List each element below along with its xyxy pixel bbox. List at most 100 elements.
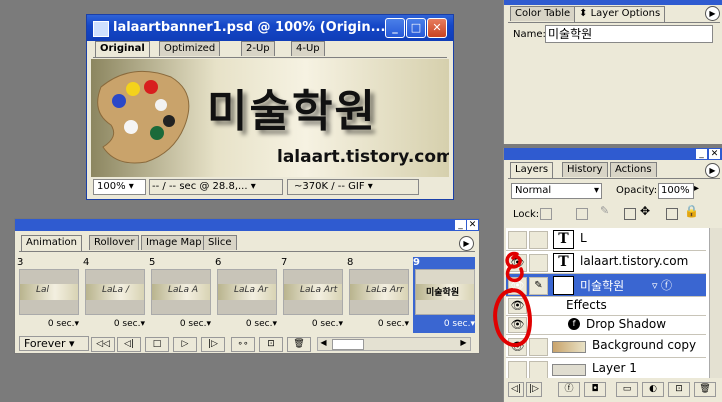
layers-panel-titlebar[interactable]: _ ✕ [504, 148, 722, 160]
scroll-right-icon[interactable]: ▶ [458, 338, 469, 350]
effects-label: Effects [566, 298, 607, 312]
text-layer-icon: T [553, 230, 574, 249]
animation-panel-titlebar[interactable]: _ ✕ [15, 219, 479, 231]
size-value: ~370K / -- GIF [294, 181, 365, 192]
frames-scrollbar[interactable]: ◀ ▶ [317, 337, 471, 351]
animation-frame[interactable]: 3 Lal 0 sec.▾ [17, 257, 79, 333]
visibility-toggle[interactable] [508, 231, 527, 249]
layer-row[interactable]: Layer 1 [506, 358, 706, 378]
tab-color-table[interactable]: Color Table [510, 6, 576, 21]
frame-delay[interactable]: 0 sec.▾ [347, 319, 409, 329]
tab-original[interactable]: Original [95, 41, 150, 57]
panel-minimize-button[interactable]: _ [696, 149, 707, 159]
trash-icon[interactable]: 🗑 [287, 337, 311, 352]
zoom-value: 100% [97, 181, 126, 192]
maximize-button[interactable]: □ [406, 18, 426, 38]
scroll-left-icon[interactable]: ◀ [318, 338, 329, 350]
frame-number: 4 [83, 257, 90, 268]
panel-menu-arrow-icon[interactable]: ▶ [705, 6, 720, 21]
animation-frame[interactable]: 5 LaLa A 0 sec.▾ [149, 257, 211, 333]
first-frame-icon[interactable]: ◁◁ [91, 337, 115, 352]
blend-mode-select[interactable]: Normal ▾ [511, 183, 602, 199]
zoom-select[interactable]: 100% ▾ [93, 179, 146, 195]
photoshop-doc-icon [93, 21, 109, 37]
lock-image-checkbox[interactable] [576, 208, 588, 220]
scroll-thumb[interactable] [332, 339, 364, 350]
link-toggle[interactable] [529, 231, 548, 249]
frame-delay[interactable]: 0 sec.▾ [281, 319, 343, 329]
tween-icon[interactable]: ∘∘ [231, 337, 255, 352]
lock-position-checkbox[interactable] [624, 208, 636, 220]
tab-rollover[interactable]: Rollover [89, 235, 140, 250]
layer-name: L [580, 231, 587, 245]
layer-options-titlebar[interactable] [504, 0, 722, 5]
image-window-titlebar[interactable]: lalaartbanner1.psd @ 100% (Origin... _ □… [87, 15, 453, 41]
layer-style-icon[interactable]: ▿ ⓕ [652, 277, 672, 293]
layers-scrollbar[interactable] [709, 228, 722, 378]
trash-icon[interactable]: 🗑 [694, 382, 716, 397]
tab-actions[interactable]: Actions [610, 162, 657, 177]
panel-menu-arrow-icon[interactable]: ▶ [705, 163, 720, 178]
adjustment-layer-icon[interactable]: ◐ [642, 382, 664, 397]
panel-minimize-button[interactable]: _ [455, 220, 466, 230]
frame-number: 6 [215, 257, 222, 268]
animation-frame[interactable]: 6 LaLa Ar 0 sec.▾ [215, 257, 277, 333]
duplicate-frame-icon[interactable]: ⊡ [259, 337, 283, 352]
frames-strip: 3 Lal 0 sec.▾ 4 LaLa / 0 sec.▾ 5 LaLa A … [17, 255, 477, 335]
chevron-down-icon: ▾ [593, 185, 599, 196]
minimize-button[interactable]: _ [385, 18, 405, 38]
tab-history[interactable]: History [562, 162, 608, 177]
animation-frame-selected[interactable]: 9 미술학원 0 sec.▾ [413, 257, 475, 333]
stop-icon[interactable]: □ [145, 337, 169, 352]
speed-select[interactable]: -- / -- sec @ 28.8,... ▾ [149, 179, 283, 195]
lock-transparency-checkbox[interactable] [540, 208, 552, 220]
tab-image-map[interactable]: Image Map [141, 235, 207, 250]
tab-optimized[interactable]: Optimized [159, 41, 221, 56]
layer-name: 미술학원 [580, 279, 625, 293]
tab-layers[interactable]: Layers [510, 162, 554, 178]
tab-4-up[interactable]: 4-Up [291, 41, 325, 56]
frame-thumbnail: 미술학원 [415, 269, 475, 315]
first-frame-icon[interactable]: ◁| [508, 382, 524, 397]
tab-layer-options[interactable]: ⬍ Layer Options [574, 6, 666, 22]
layer-name: Layer 1 [592, 361, 637, 375]
frame-delay[interactable]: 0 sec.▾ [215, 319, 277, 329]
previous-frame-icon[interactable]: ◁| [117, 337, 141, 352]
frame-delay[interactable]: 0 sec.▾ [17, 319, 79, 329]
size-select[interactable]: ~370K / -- GIF ▾ [287, 179, 419, 195]
effect-icon: f [568, 318, 580, 330]
visibility-toggle[interactable] [508, 361, 527, 378]
opacity-slider-arrow-icon[interactable]: ▸ [694, 183, 699, 194]
animation-frame[interactable]: 4 LaLa / 0 sec.▾ [83, 257, 145, 333]
layer-name-input[interactable]: 미술학원 [545, 25, 713, 43]
frame-delay[interactable]: 0 sec.▾ [413, 319, 475, 329]
frame-delay-value: 0 sec. [443, 319, 471, 329]
animation-frame[interactable]: 7 LaLa Art 0 sec.▾ [281, 257, 343, 333]
image-window: lalaartbanner1.psd @ 100% (Origin... _ □… [86, 14, 454, 200]
lock-all-checkbox[interactable] [666, 208, 678, 220]
layer-style-icon[interactable]: ⓕ [558, 382, 580, 397]
panel-close-button[interactable]: ✕ [467, 220, 478, 230]
play-icon[interactable]: ▷ [173, 337, 197, 352]
next-frame-icon[interactable]: |▷ [201, 337, 225, 352]
link-toggle[interactable] [529, 361, 548, 378]
mask-icon[interactable]: ◘ [584, 382, 606, 397]
banner-canvas[interactable]: 미술학원 lalaart.tistory.com [91, 59, 449, 177]
next-frame-icon[interactable]: |▷ [526, 382, 542, 397]
loop-select[interactable]: Forever ▾ [19, 336, 89, 351]
layers-tabs: Layers History Actions ▶ [508, 162, 720, 179]
animation-panel: _ ✕ Animation Rollover Image Map Slice ▶… [14, 218, 480, 354]
new-layer-icon[interactable]: ⊡ [668, 382, 690, 397]
frame-delay[interactable]: 0 sec.▾ [149, 319, 211, 329]
frame-delay[interactable]: 0 sec.▾ [83, 319, 145, 329]
view-tabs: Original Optimized 2-Up 4-Up [93, 41, 447, 58]
panel-close-button[interactable]: ✕ [709, 149, 720, 159]
panel-menu-arrow-icon[interactable]: ▶ [459, 236, 474, 251]
tab-slice[interactable]: Slice [203, 235, 237, 250]
new-set-icon[interactable]: ▭ [616, 382, 638, 397]
tab-animation[interactable]: Animation [21, 235, 82, 251]
close-button[interactable]: ✕ [427, 18, 447, 38]
tab-2-up[interactable]: 2-Up [241, 41, 275, 56]
opacity-input[interactable]: 100% [658, 183, 694, 199]
animation-frame[interactable]: 8 LaLa Arr 0 sec.▾ [347, 257, 409, 333]
